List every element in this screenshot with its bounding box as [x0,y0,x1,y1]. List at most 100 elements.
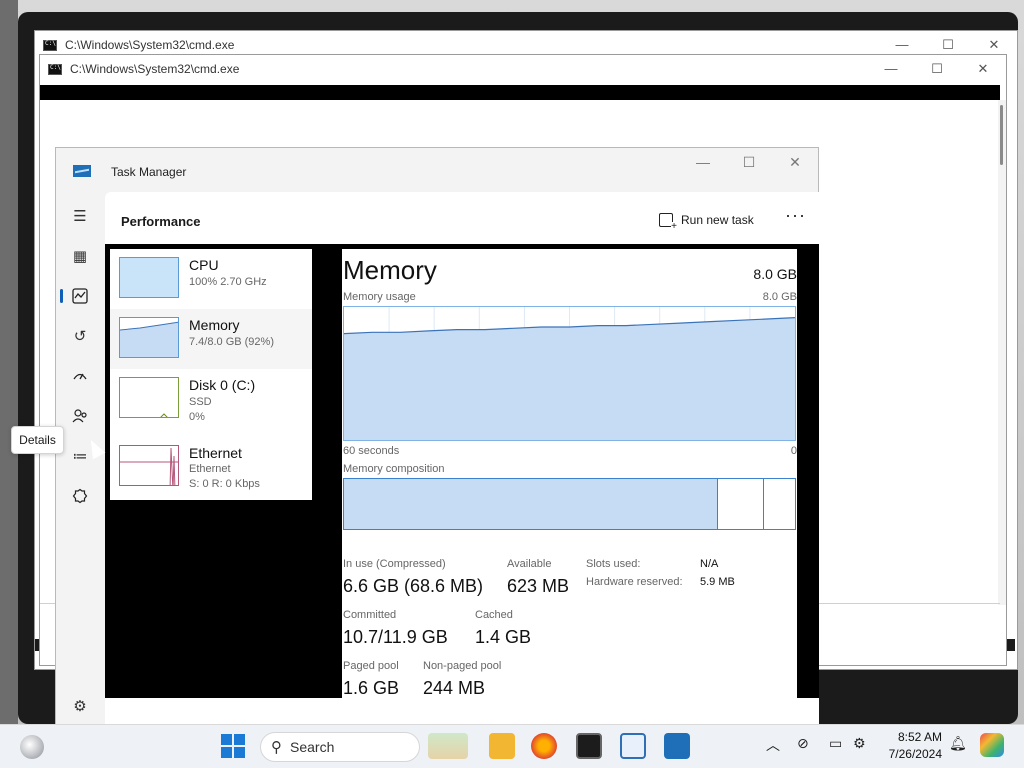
task-manager-window[interactable]: Task Manager — ☐ ✕ ☰ ▦ ↺ ≔ ⚙ Performance… [55,147,819,739]
slots-used-value: N/A [700,558,719,570]
device-item-memory[interactable]: Memory 7.4/8.0 GB (92%) [110,309,312,369]
committed-value: 10.7/11.9 GB [343,627,448,647]
cmd-icon [48,63,62,75]
task-manager-taskbar-icon[interactable] [664,733,690,759]
minimize-button[interactable]: — [868,61,914,77]
device-item-cpu[interactable]: CPU 100% 2.70 GHz [110,249,312,309]
time-end-label: 0 [790,445,797,457]
startup-apps-icon[interactable] [66,362,94,390]
page-title: Performance [121,214,201,229]
render-artifact-edge [797,497,804,697]
device-detail: Ethernet [189,463,231,475]
memory-usage-area [344,317,795,440]
available-label: Available [507,558,552,570]
memory-usage-chart [343,307,796,440]
run-new-task-button[interactable]: Run new task [659,213,754,231]
composition-divider [763,479,764,529]
memory-composition-label: Memory composition [343,463,445,475]
volume-icon[interactable]: ⚙ [853,735,866,752]
memory-header: Memory 8.0 GB [342,249,797,285]
device-name: Disk 0 (C:) [189,377,256,393]
file-explorer-icon[interactable] [489,733,515,759]
close-button[interactable]: ✕ [960,61,1006,77]
in-use-value: 6.6 GB (68.6 MB) [343,576,484,596]
memory-total: 8.0 GB [753,266,797,282]
task-manager-titlebar[interactable]: Task Manager — ☐ ✕ [56,148,818,192]
cmd-title: C:\Windows\System32\cmd.exe [65,38,235,52]
search-icon: ⚲ [271,739,282,756]
task-manager-title: Task Manager [111,165,187,179]
maximize-button[interactable]: ☐ [925,37,971,53]
minimize-button[interactable]: — [680,154,726,171]
cmd-title: C:\Windows\System32\cmd.exe [70,62,240,76]
taskbar-search[interactable]: ⚲ Search [260,732,420,762]
notepad-icon[interactable] [620,733,646,759]
copilot-icon[interactable] [980,733,1004,757]
search-highlight-icon[interactable] [428,733,468,759]
app-history-icon[interactable]: ↺ [66,322,94,350]
device-item-disk[interactable]: Disk 0 (C:) SSD 0% [110,369,312,429]
window-controls: — ☐ ✕ [868,61,1006,77]
device-detail: SSD [189,396,212,408]
settings-icon[interactable]: ⚙ [66,692,94,720]
window-controls: — ☐ ✕ [680,154,818,171]
committed-label: Committed [343,609,397,621]
non-paged-pool-value: 244 MB [423,678,486,698]
maximize-button[interactable]: ☐ [726,154,772,171]
memory-title: Memory [343,255,437,285]
maximize-button[interactable]: ☐ [914,61,960,77]
processes-icon[interactable]: ▦ [66,242,94,270]
minimize-button[interactable]: — [879,37,925,53]
clock-time: 8:52 AM [897,730,942,744]
ethernet-thumbnail [119,445,179,486]
hardware-reserved-label: Hardware reserved: [586,576,683,588]
desktop-left-strip [0,0,18,724]
services-icon[interactable] [66,482,94,510]
network-icon[interactable]: ⊘ [797,735,809,752]
console-scrollbar[interactable] [998,100,1006,605]
nav-rail: ☰ ▦ ↺ ≔ ⚙ [56,192,104,730]
memory-usage-max: 8.0 GB [762,291,797,303]
paged-pool-label: Paged pool [343,660,399,672]
hamburger-icon[interactable]: ☰ [66,202,94,230]
chevron-up-icon[interactable]: ︿ [766,735,780,755]
in-use-label: In use (Compressed) [343,558,446,570]
notification-bell-icon[interactable]: 🔔︎ [949,735,967,752]
details-tooltip: Details [11,426,64,454]
available-value: 623 MB [507,576,570,596]
memory-usage-graph [343,306,796,441]
clock-date: 7/26/2024 [888,747,942,761]
terminal-icon[interactable] [576,733,602,759]
firefox-icon[interactable] [531,733,557,759]
composition-in-use-segment [344,479,718,529]
cmd-titlebar[interactable]: C:\Windows\System32\cmd.exe — ☐ ✕ [40,55,1006,83]
system-clock[interactable]: 8:52 AM 7/26/2024 [882,729,942,763]
run-new-task-label: Run new task [681,213,754,227]
widgets-icon[interactable] [20,735,44,759]
cmd-icon [43,39,57,51]
display-icon[interactable]: ▭ [829,735,842,752]
device-detail-2: 0% [189,411,205,423]
device-detail: 100% 2.70 GHz [189,276,267,288]
device-detail: 7.4/8.0 GB (92%) [189,336,274,348]
time-span-label: 60 seconds [343,445,400,457]
device-name: Memory [189,317,240,333]
memory-usage-label: Memory usage [343,291,416,303]
performance-icon[interactable] [60,282,94,310]
users-icon[interactable] [66,402,94,430]
device-name: Ethernet [189,445,242,461]
device-item-ethernet[interactable]: Ethernet Ethernet S: 0 R: 0 Kbps [110,439,312,499]
window-controls: — ☐ ✕ [879,37,1017,53]
taskbar: ⚲ Search ︿ ⊘ ▭ ⚙ 8:52 AM 7/26/2024 🔔︎ [0,724,1024,768]
cached-label: Cached [475,609,513,621]
slots-used-label: Slots used: [586,558,641,570]
start-button[interactable] [221,734,245,758]
more-options-button[interactable]: ··· [785,205,806,226]
run-task-icon [659,213,677,231]
performance-device-list: CPU 100% 2.70 GHz Memory 7.4/8.0 GB (92%… [110,249,312,500]
cached-value: 1.4 GB [475,627,532,647]
close-button[interactable]: ✕ [772,154,818,171]
memory-composition-bar [343,478,796,530]
disk-thumbnail [119,377,179,418]
close-button[interactable]: ✕ [971,37,1017,53]
